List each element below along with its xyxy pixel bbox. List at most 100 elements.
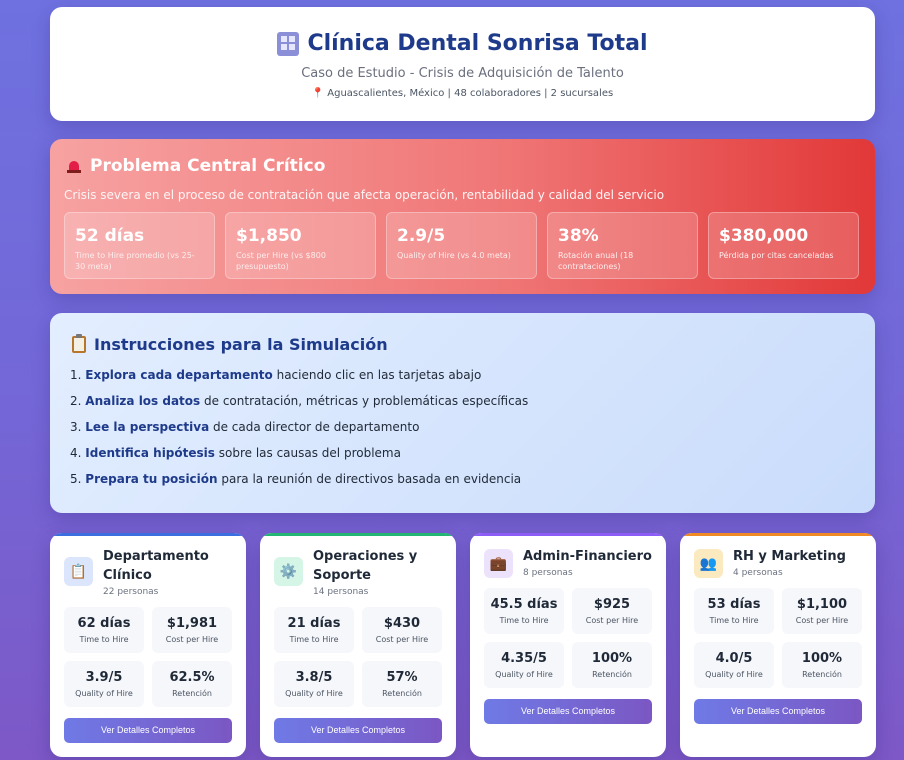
problem-title-text: Problema Central Crítico [90,156,326,176]
instruction-number: 3. [70,420,82,434]
metric-label: Time to Hire [499,616,549,625]
metric-label: Quality of Hire [705,670,763,679]
card-accent-bar [260,533,456,536]
department-card-admin-financiero[interactable]: 💼 Admin-Financiero 8 personas 45.5 días T… [470,533,666,757]
card-accent-bar [50,533,246,536]
stat-value: $1,850 [236,226,302,246]
department-metrics: 62 días Time to Hire $1,981 Cost per Hire … [64,607,232,707]
metric-time-to-hire: 45.5 días Time to Hire [484,588,564,634]
metric-value: 45.5 días [490,597,558,612]
instruction-text: de contratación, métricas y problemática… [200,394,529,408]
metric-label: Quality of Hire [75,689,133,698]
instruction-number: 5. [70,472,82,486]
stat-value: 38% [558,226,599,246]
stat-time-to-hire: 52 días Time to Hire promedio (vs 25-30 … [64,212,215,279]
metric-quality-of-hire: 3.8/5 Quality of Hire [274,661,354,707]
metric-retention: 62.5% Retención [152,661,232,707]
page-subtitle: Caso de Estudio - Crisis de Adquisición … [301,66,624,81]
metric-label: Cost per Hire [585,616,639,625]
department-count: 22 personas [103,587,159,597]
stat-label: Quality of Hire (vs 4.0 meta) [397,251,511,260]
instruction-number: 2. [70,394,82,408]
view-details-button[interactable]: Ver Detalles Completos [64,718,232,743]
metric-label: Retención [172,689,212,698]
metric-value: 62.5% [169,670,215,685]
clinic-meta: 📍 Aguascalientes, México | 48 colaborador… [50,88,875,99]
metric-label: Quality of Hire [495,670,553,679]
metric-retention: 100% Retención [782,642,862,688]
metric-value: 4.0/5 [715,651,753,666]
metric-value: 3.9/5 [85,670,123,685]
department-name: Operaciones y Soporte [313,549,418,583]
metric-label: Retención [802,670,842,679]
instruction-number: 4. [70,446,82,460]
metric-value: 100% [591,651,633,666]
department-count: 8 personas [523,568,573,578]
briefcase-icon: 💼 [484,549,513,578]
instructions-card: Instrucciones para la Simulación 1. Expl… [50,313,875,513]
stat-value: $380,000 [719,226,809,246]
metric-label: Time to Hire [79,635,129,644]
instruction-text: de cada director de departamento [209,420,420,434]
metric-label: Retención [592,670,632,679]
instruction-item: 2. Analiza los datos de contratación, mé… [70,394,528,420]
location-pin-icon: 📍 [311,88,325,99]
problem-stats: 52 días Time to Hire promedio (vs 25-30 … [64,212,859,279]
stat-label: Cost per Hire (vs $800 presupuesto) [236,251,326,271]
view-details-button[interactable]: Ver Detalles Completos [484,699,652,724]
siren-icon [66,158,82,174]
clipboard-icon: 📋 [64,557,93,586]
metric-label: Quality of Hire [285,689,343,698]
view-details-button[interactable]: Ver Detalles Completos [694,699,862,724]
stat-cost-per-hire: $1,850 Cost per Hire (vs $800 presupuest… [225,212,376,279]
stat-loss: $380,000 Pérdida por citas canceladas [708,212,859,279]
problem-description: Crisis severa en el proceso de contratac… [64,188,665,202]
metric-quality-of-hire: 4.35/5 Quality of Hire [484,642,564,688]
clipboard-icon [72,334,86,353]
metric-value: $1,981 [166,616,218,631]
instruction-item: 1. Explora cada departamento haciendo cl… [70,368,528,394]
instruction-item: 5. Prepara tu posición para la reunión d… [70,472,528,498]
department-card-clinico[interactable]: 📋 Departamento Clínico 22 personas 62 dí… [50,533,246,757]
card-accent-bar [470,533,666,536]
stat-value: 2.9/5 [397,226,446,246]
stat-rotation: 38% Rotación anual (18 contrataciones) [547,212,698,279]
instruction-bold: Explora cada departamento [85,368,273,382]
metric-value: 21 días [287,616,341,631]
metric-value: 4.35/5 [501,651,547,666]
department-name: Admin-Financiero [523,549,652,564]
instructions-title-text: Instrucciones para la Simulación [94,335,388,354]
stat-label: Time to Hire promedio (vs 25-30 meta) [75,251,195,271]
department-card-operaciones[interactable]: ⚙️ Operaciones y Soporte 14 personas 21 … [260,533,456,757]
instruction-text: haciendo clic en las tarjetas abajo [272,368,482,382]
page-title: Clínica Dental Sonrisa Total [307,31,648,56]
metric-retention: 57% Retención [362,661,442,707]
metric-value: 57% [386,670,418,685]
view-details-button[interactable]: Ver Detalles Completos [274,718,442,743]
department-card-rh-marketing[interactable]: 👥 RH y Marketing 4 personas 53 días Time … [680,533,876,757]
metric-label: Cost per Hire [165,635,219,644]
metric-cost-per-hire: $925 Cost per Hire [572,588,652,634]
instruction-bold: Lee la perspectiva [85,420,210,434]
instructions-title: Instrucciones para la Simulación [72,334,388,354]
instructions-list: 1. Explora cada departamento haciendo cl… [70,368,528,498]
metric-quality-of-hire: 4.0/5 Quality of Hire [694,642,774,688]
metric-label: Retención [382,689,422,698]
department-metrics: 45.5 días Time to Hire $925 Cost per Hire … [484,588,652,688]
card-accent-bar [680,533,876,536]
metric-label: Time to Hire [709,616,759,625]
department-name: Departamento Clínico [103,549,209,583]
metric-time-to-hire: 62 días Time to Hire [64,607,144,653]
department-name: RH y Marketing [733,549,846,564]
header-card: Clínica Dental Sonrisa Total Caso de Est… [50,7,875,121]
metric-cost-per-hire: $1,981 Cost per Hire [152,607,232,653]
gear-icon: ⚙️ [274,557,303,586]
stat-value: 52 días [75,226,145,246]
metric-cost-per-hire: $430 Cost per Hire [362,607,442,653]
department-count: 14 personas [313,587,369,597]
instruction-text: sobre las causas del problema [214,446,401,460]
metric-time-to-hire: 21 días Time to Hire [274,607,354,653]
clinic-meta-text: Aguascalientes, México | 48 colaboradore… [327,88,614,99]
problem-title: Problema Central Crítico [66,156,325,176]
instruction-item: 3. Lee la perspectiva de cada director d… [70,420,528,446]
